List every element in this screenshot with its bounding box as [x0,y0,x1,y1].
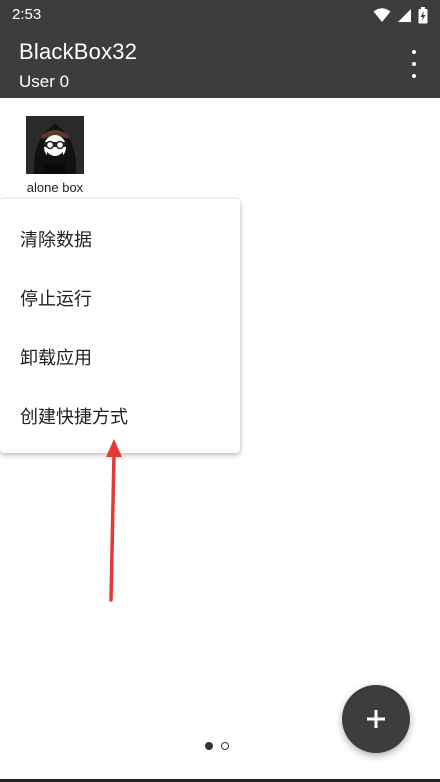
hooded-figure-avatar-icon[interactable] [26,116,84,174]
signal-icon [398,8,411,22]
add-fab-button[interactable] [342,685,410,753]
menu-item-stop-running[interactable]: 停止运行 [20,285,92,311]
battery-icon [418,6,428,23]
status-icons [373,6,428,24]
menu-item-clear-data[interactable]: 清除数据 [20,226,92,252]
plus-icon [367,710,385,728]
menu-item-create-shortcut[interactable]: 创建快捷方式 [20,403,128,429]
wifi-icon [373,8,391,22]
context-menu: 清除数据 停止运行 卸载应用 创建快捷方式 [0,199,240,453]
app-title: BlackBox32 [19,39,138,64]
app-bar: BlackBox32 User 0 [0,30,440,98]
menu-item-uninstall[interactable]: 卸载应用 [20,344,92,370]
page-indicator [205,742,229,750]
page-dot-inactive[interactable] [221,742,229,750]
app-tile[interactable]: alone box [16,116,94,195]
status-bar: 2:53 [0,0,440,30]
status-time: 2:53 [12,6,42,23]
app-label: alone box [26,180,84,195]
more-vert-icon[interactable] [402,50,426,78]
page-dot-active[interactable] [205,742,213,750]
user-subtitle[interactable]: User 0 [19,72,69,92]
